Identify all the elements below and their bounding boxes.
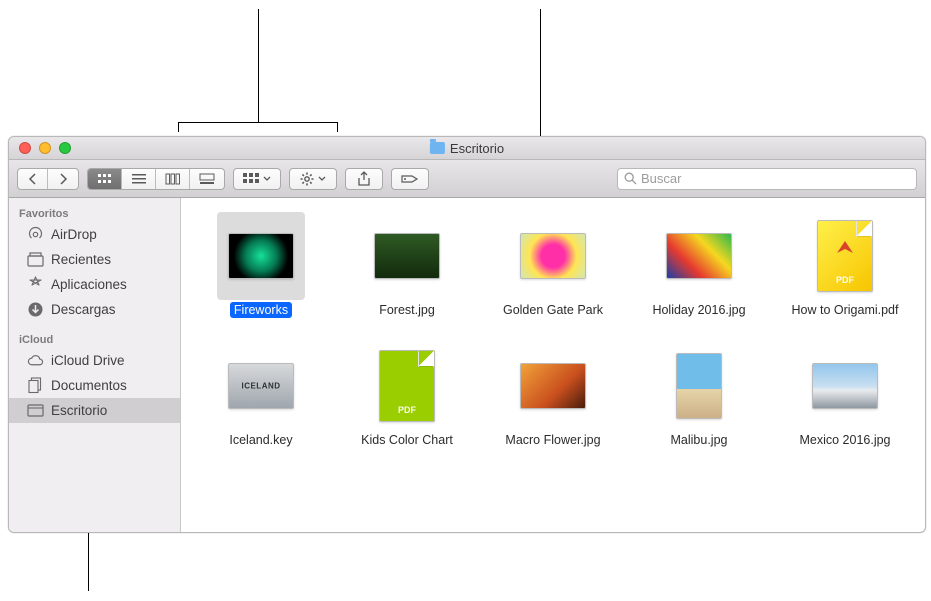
coverflow-view-button[interactable] bbox=[190, 169, 224, 189]
chevron-left-icon bbox=[28, 173, 38, 185]
file-item[interactable]: Golden Gate Park bbox=[483, 212, 623, 318]
sidebar-item-label: Escritorio bbox=[51, 403, 107, 418]
sidebar: Favoritos AirDrop Recientes Aplicaciones bbox=[9, 198, 181, 532]
view-switcher bbox=[87, 168, 225, 190]
sidebar-item-label: AirDrop bbox=[51, 227, 97, 242]
nav-buttons bbox=[17, 168, 79, 190]
search-placeholder: Buscar bbox=[641, 171, 681, 186]
file-label: Holiday 2016.jpg bbox=[648, 302, 749, 318]
gear-icon bbox=[300, 172, 314, 186]
folder-icon bbox=[430, 142, 445, 154]
sidebar-item-label: Recientes bbox=[51, 252, 111, 267]
file-item[interactable]: Holiday 2016.jpg bbox=[629, 212, 769, 318]
titlebar[interactable]: Escritorio bbox=[9, 137, 925, 160]
file-item[interactable]: Fireworks bbox=[191, 212, 331, 318]
share-button[interactable] bbox=[345, 168, 383, 190]
finder-window: Escritorio bbox=[8, 136, 926, 533]
file-item[interactable]: Macro Flower.jpg bbox=[483, 342, 623, 448]
chevron-down-icon bbox=[318, 176, 326, 182]
columns-icon bbox=[165, 173, 181, 185]
sidebar-item-label: Aplicaciones bbox=[51, 277, 127, 292]
list-icon bbox=[131, 173, 147, 185]
file-item[interactable]: ICELAND Iceland.key bbox=[191, 342, 331, 448]
toolbar: Buscar bbox=[9, 160, 925, 198]
file-label: Forest.jpg bbox=[375, 302, 439, 318]
downloads-icon bbox=[27, 301, 44, 318]
chevron-down-icon bbox=[263, 176, 271, 182]
back-button[interactable] bbox=[18, 169, 48, 189]
content-area[interactable]: Fireworks Forest.jpg Golden Gate Park Ho… bbox=[181, 198, 925, 532]
tags-button[interactable] bbox=[391, 168, 429, 190]
applications-icon bbox=[27, 276, 44, 293]
file-label: Kids Color Chart bbox=[357, 432, 457, 448]
file-label: Fireworks bbox=[230, 302, 292, 318]
chevron-right-icon bbox=[58, 173, 68, 185]
cloud-icon bbox=[27, 352, 44, 369]
file-label: Golden Gate Park bbox=[499, 302, 607, 318]
file-item[interactable]: Mexico 2016.jpg bbox=[775, 342, 915, 448]
window-title: Escritorio bbox=[430, 141, 504, 156]
window-title-text: Escritorio bbox=[450, 141, 504, 156]
minimize-button[interactable] bbox=[39, 142, 51, 154]
file-item[interactable]: PDF How to Origami.pdf bbox=[775, 212, 915, 318]
sidebar-item-applications[interactable]: Aplicaciones bbox=[9, 272, 180, 297]
column-view-button[interactable] bbox=[156, 169, 190, 189]
sidebar-item-label: iCloud Drive bbox=[51, 353, 125, 368]
search-field[interactable]: Buscar bbox=[617, 168, 917, 190]
sidebar-item-icloud-drive[interactable]: iCloud Drive bbox=[9, 348, 180, 373]
list-view-button[interactable] bbox=[122, 169, 156, 189]
file-label: Mexico 2016.jpg bbox=[795, 432, 894, 448]
sidebar-item-airdrop[interactable]: AirDrop bbox=[9, 222, 180, 247]
documents-icon bbox=[27, 377, 44, 394]
sidebar-item-downloads[interactable]: Descargas bbox=[9, 297, 180, 322]
arrange-button[interactable] bbox=[233, 168, 281, 190]
file-label: Macro Flower.jpg bbox=[501, 432, 604, 448]
airdrop-icon bbox=[27, 226, 44, 243]
forward-button[interactable] bbox=[48, 169, 78, 189]
search-icon bbox=[624, 172, 637, 185]
action-button[interactable] bbox=[289, 168, 337, 190]
sidebar-item-label: Documentos bbox=[51, 378, 127, 393]
icon-view-button[interactable] bbox=[88, 169, 122, 189]
sidebar-item-desktop[interactable]: Escritorio bbox=[9, 398, 180, 423]
sidebar-section-icloud: iCloud bbox=[9, 330, 180, 348]
file-item[interactable]: PDF Kids Color Chart bbox=[337, 342, 477, 448]
sidebar-item-recents[interactable]: Recientes bbox=[9, 247, 180, 272]
maximize-button[interactable] bbox=[59, 142, 71, 154]
gallery-icon bbox=[199, 173, 215, 185]
file-label: Iceland.key bbox=[225, 432, 296, 448]
file-item[interactable]: Forest.jpg bbox=[337, 212, 477, 318]
desktop-icon bbox=[27, 402, 44, 419]
sidebar-item-label: Descargas bbox=[51, 302, 116, 317]
file-label: How to Origami.pdf bbox=[788, 302, 903, 318]
file-label: Malibu.jpg bbox=[667, 432, 732, 448]
grid-chunks-icon bbox=[243, 173, 259, 185]
sidebar-section-favorites: Favoritos bbox=[9, 204, 180, 222]
tag-icon bbox=[401, 173, 419, 185]
file-item[interactable]: Malibu.jpg bbox=[629, 342, 769, 448]
share-icon bbox=[357, 171, 371, 187]
grid-icon bbox=[97, 173, 113, 185]
close-button[interactable] bbox=[19, 142, 31, 154]
recents-icon bbox=[27, 251, 44, 268]
sidebar-item-documents[interactable]: Documentos bbox=[9, 373, 180, 398]
